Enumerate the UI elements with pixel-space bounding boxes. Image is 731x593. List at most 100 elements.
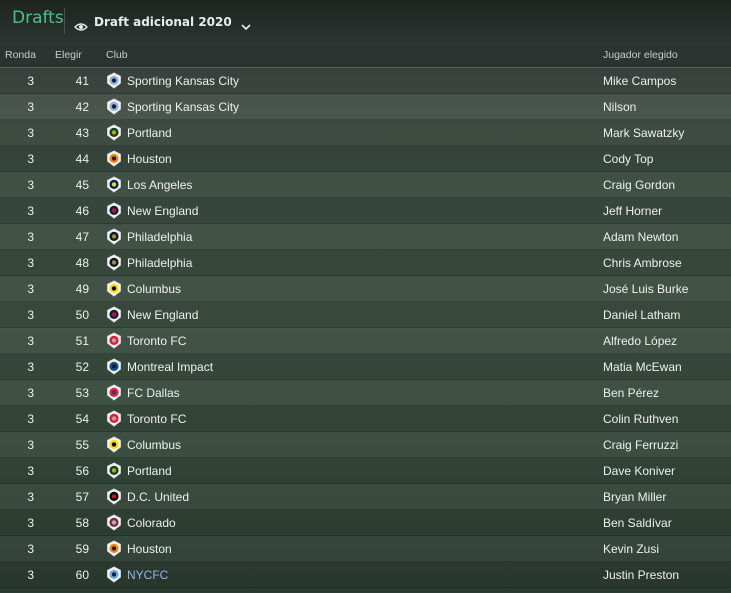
- cell-player[interactable]: Kevin Zusi: [603, 542, 659, 556]
- picks-table: 3 41 Sporting Kansas City Mike Campos 3 42 Spo…: [0, 68, 731, 588]
- cell-club[interactable]: New England: [127, 204, 198, 218]
- cell-elegir: 54: [75, 412, 89, 426]
- cell-ronda: 3: [27, 152, 34, 166]
- title-divider: [64, 8, 65, 34]
- club-crest-icon: [106, 280, 122, 297]
- cell-ronda: 3: [27, 360, 34, 374]
- cell-player[interactable]: Ben Saldívar: [603, 516, 672, 530]
- table-row[interactable]: 3 56 Portland Dave Koniver: [0, 458, 731, 484]
- table-row[interactable]: 3 58 Colorado Ben Saldívar: [0, 510, 731, 536]
- cell-player[interactable]: Craig Ferruzzi: [603, 438, 678, 452]
- cell-elegir: 41: [75, 74, 89, 88]
- cell-player[interactable]: Nilson: [603, 100, 636, 114]
- table-row[interactable]: 3 55 Columbus Craig Ferruzzi: [0, 432, 731, 458]
- cell-club[interactable]: NYCFC: [127, 568, 168, 582]
- table-row[interactable]: 3 51 Toronto FC Alfredo López: [0, 328, 731, 354]
- cell-elegir: 43: [75, 126, 89, 140]
- cell-club[interactable]: FC Dallas: [127, 386, 180, 400]
- cell-player[interactable]: Alfredo López: [603, 334, 677, 348]
- cell-club[interactable]: Toronto FC: [127, 334, 186, 348]
- cell-club[interactable]: Portland: [127, 464, 172, 478]
- cell-club[interactable]: Sporting Kansas City: [127, 74, 239, 88]
- table-row[interactable]: 3 54 Toronto FC Colin Ruthven: [0, 406, 731, 432]
- table-row[interactable]: 3 48 Philadelphia Chris Ambrose: [0, 250, 731, 276]
- cell-club[interactable]: Los Angeles: [127, 178, 192, 192]
- club-crest-icon: [106, 98, 122, 115]
- table-row[interactable]: 3 59 Houston Kevin Zusi: [0, 536, 731, 562]
- cell-ronda: 3: [27, 490, 34, 504]
- cell-ronda: 3: [27, 334, 34, 348]
- cell-club[interactable]: Sporting Kansas City: [127, 100, 239, 114]
- top-bar: Drafts Draft adicional 2020: [0, 0, 731, 42]
- table-row[interactable]: 3 41 Sporting Kansas City Mike Campos: [0, 68, 731, 94]
- cell-player[interactable]: Ben Pérez: [603, 386, 659, 400]
- table-row[interactable]: 3 49 Columbus José Luis Burke: [0, 276, 731, 302]
- table-row[interactable]: 3 57 D.C. United Bryan Miller: [0, 484, 731, 510]
- cell-elegir: 49: [75, 282, 89, 296]
- cell-elegir: 50: [75, 308, 89, 322]
- cell-player[interactable]: Matia McEwan: [603, 360, 682, 374]
- club-crest-icon: [106, 358, 122, 375]
- cell-player[interactable]: Daniel Latham: [603, 308, 680, 322]
- cell-club[interactable]: New England: [127, 308, 198, 322]
- cell-player[interactable]: Dave Koniver: [603, 464, 675, 478]
- cell-elegir: 57: [75, 490, 89, 504]
- table-row[interactable]: 3 43 Portland Mark Sawatzky: [0, 120, 731, 146]
- cell-player[interactable]: Chris Ambrose: [603, 256, 682, 270]
- cell-elegir: 60: [75, 568, 89, 582]
- cell-club[interactable]: D.C. United: [127, 490, 189, 504]
- cell-player[interactable]: Justin Preston: [603, 568, 679, 582]
- draft-selector[interactable]: Draft adicional 2020: [74, 12, 252, 32]
- cell-club[interactable]: Houston: [127, 542, 172, 556]
- cell-player[interactable]: Colin Ruthven: [603, 412, 678, 426]
- club-crest-icon: [106, 202, 122, 219]
- cell-player[interactable]: Mike Campos: [603, 74, 676, 88]
- cell-elegir: 59: [75, 542, 89, 556]
- table-row[interactable]: 3 50 New England Daniel Latham: [0, 302, 731, 328]
- table-row[interactable]: 3 45 Los Angeles Craig Gordon: [0, 172, 731, 198]
- cell-ronda: 3: [27, 464, 34, 478]
- cell-ronda: 3: [27, 542, 34, 556]
- club-crest-icon: [106, 228, 122, 245]
- table-row[interactable]: 3 46 New England Jeff Horner: [0, 198, 731, 224]
- cell-club[interactable]: Montreal Impact: [127, 360, 213, 374]
- club-crest-icon: [106, 384, 122, 401]
- cell-club[interactable]: Colorado: [127, 516, 176, 530]
- club-crest-icon: [106, 176, 122, 193]
- cell-elegir: 42: [75, 100, 89, 114]
- cell-player[interactable]: Jeff Horner: [603, 204, 662, 218]
- cell-player[interactable]: Mark Sawatzky: [603, 126, 684, 140]
- cell-ronda: 3: [27, 568, 34, 582]
- cell-ronda: 3: [27, 256, 34, 270]
- cell-player[interactable]: Cody Top: [603, 152, 653, 166]
- cell-club[interactable]: Columbus: [127, 282, 181, 296]
- cell-club[interactable]: Toronto FC: [127, 412, 186, 426]
- cell-club[interactable]: Houston: [127, 152, 172, 166]
- cell-club[interactable]: Philadelphia: [127, 230, 192, 244]
- table-row[interactable]: 3 47 Philadelphia Adam Newton: [0, 224, 731, 250]
- cell-ronda: 3: [27, 100, 34, 114]
- eye-icon: [74, 17, 88, 31]
- table-row[interactable]: 3 52 Montreal Impact Matia McEwan: [0, 354, 731, 380]
- column-header-ronda[interactable]: Ronda: [5, 49, 36, 61]
- cell-player[interactable]: Adam Newton: [603, 230, 678, 244]
- table-row[interactable]: 3 53 FC Dallas Ben Pérez: [0, 380, 731, 406]
- cell-ronda: 3: [27, 516, 34, 530]
- table-row[interactable]: 3 44 Houston Cody Top: [0, 146, 731, 172]
- column-header-elegir[interactable]: Elegir: [55, 49, 82, 61]
- cell-ronda: 3: [27, 412, 34, 426]
- cell-ronda: 3: [27, 438, 34, 452]
- column-header-club[interactable]: Club: [106, 49, 128, 61]
- cell-player[interactable]: Craig Gordon: [603, 178, 675, 192]
- cell-player[interactable]: José Luis Burke: [603, 282, 688, 296]
- table-row[interactable]: 3 60 NYCFC Justin Preston: [0, 562, 731, 588]
- cell-club[interactable]: Philadelphia: [127, 256, 192, 270]
- cell-player[interactable]: Bryan Miller: [603, 490, 666, 504]
- cell-ronda: 3: [27, 308, 34, 322]
- table-row[interactable]: 3 42 Sporting Kansas City Nilson: [0, 94, 731, 120]
- cell-club[interactable]: Portland: [127, 126, 172, 140]
- cell-club[interactable]: Columbus: [127, 438, 181, 452]
- cell-elegir: 55: [75, 438, 89, 452]
- column-header-player[interactable]: Jugador elegido: [603, 49, 678, 61]
- club-crest-icon: [106, 72, 122, 89]
